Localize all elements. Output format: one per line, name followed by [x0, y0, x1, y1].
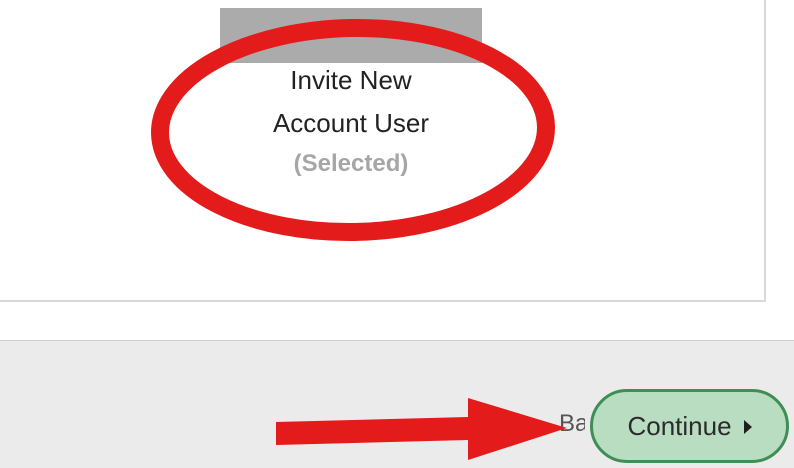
invite-new-account-user-option[interactable]: Invite New Account User (Selected)	[220, 0, 482, 205]
selection-panel: Invite New Account User (Selected)	[0, 0, 766, 302]
continue-button[interactable]: Continue	[590, 389, 789, 463]
back-button-label: Back	[559, 410, 585, 437]
caret-right-icon	[743, 419, 752, 434]
option-image	[220, 8, 482, 63]
option-title-line-2: Account User	[272, 108, 430, 138]
option-title-line-1: Invite New	[290, 65, 412, 95]
option-selected-status: (Selected)	[293, 150, 409, 177]
back-button[interactable]: Back	[545, 404, 585, 444]
invite-user-screen: Invite New Account User (Selected) Back …	[0, 0, 794, 468]
continue-button-label: Continue	[627, 410, 732, 441]
